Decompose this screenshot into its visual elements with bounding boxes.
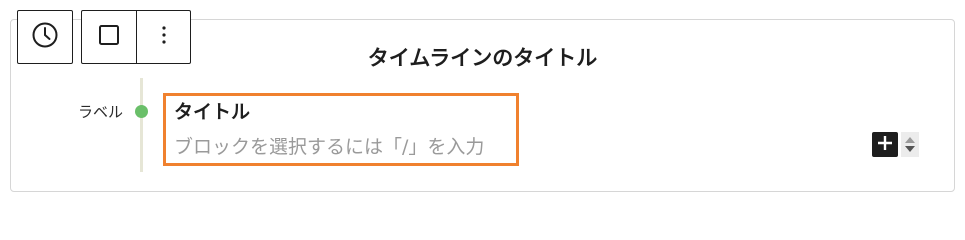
timeline-item-title[interactable]: タイトル [174, 100, 508, 124]
timeline-track-line [140, 78, 143, 172]
timeline-item-label[interactable]: ラベル [78, 101, 123, 122]
timeline-title[interactable]: タイムラインのタイトル [0, 42, 965, 72]
plus-icon [877, 135, 893, 154]
move-down-icon[interactable] [905, 146, 915, 152]
block-placeholder[interactable]: ブロックを選択するには「/」を入力 [174, 134, 508, 160]
move-stepper[interactable] [901, 132, 919, 157]
timeline-marker-dot [135, 105, 148, 118]
move-up-icon[interactable] [905, 137, 915, 143]
timeline-item-content[interactable]: タイトル ブロックを選択するには「/」を入力 [163, 93, 519, 166]
add-block-button[interactable] [872, 132, 898, 157]
